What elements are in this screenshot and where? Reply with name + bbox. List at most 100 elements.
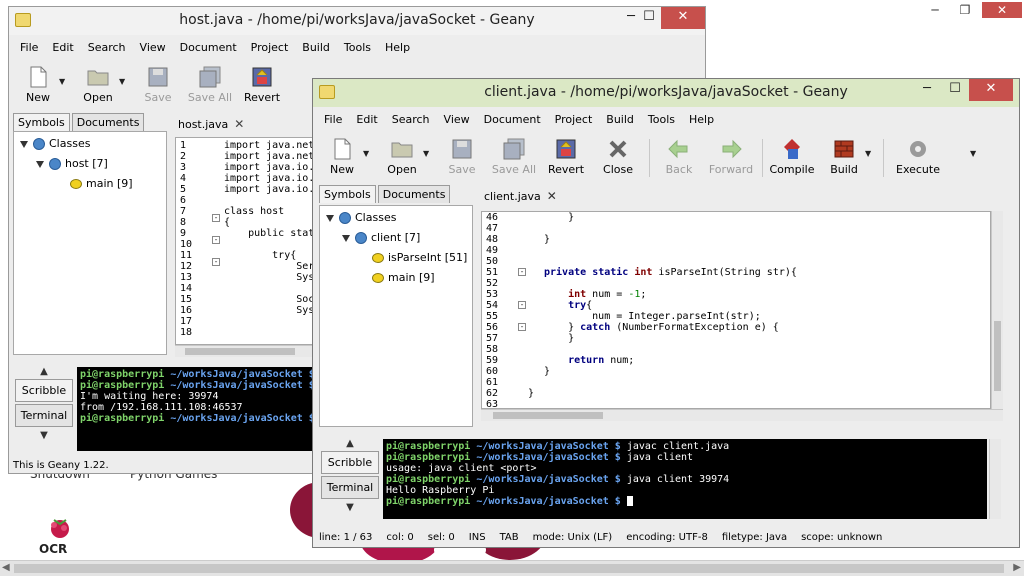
client-build-button[interactable]: Build <box>819 135 869 176</box>
client-close-button[interactable]: ✕ <box>969 79 1013 101</box>
host-tree-method-main[interactable]: main [9] <box>70 176 133 192</box>
client-build-dropdown-icon[interactable]: ▼ <box>865 135 877 158</box>
expander-icon[interactable] <box>326 214 334 222</box>
client-line-number: 59 <box>486 355 499 366</box>
close-tab-icon[interactable]: ✕ <box>545 189 559 203</box>
client-code-editor[interactable]: 46 47 48 49 50 51 52 53 54 55 56 57 58 59 60 61 62 63 - -… <box>481 211 991 409</box>
client-menu-document[interactable]: Document <box>477 113 548 126</box>
client-close-file-button[interactable]: Close <box>593 135 643 176</box>
client-tree-method-main[interactable]: main [9] <box>372 270 435 286</box>
scroll-thumb[interactable] <box>994 321 1001 391</box>
expander-icon[interactable] <box>342 234 350 242</box>
background-maximize-button[interactable]: ❐ <box>950 2 980 18</box>
fold-marker-icon[interactable]: - <box>212 258 220 266</box>
host-menu-document[interactable]: Document <box>173 41 244 54</box>
client-terminal[interactable]: pi@raspberrypi ~/worksJava/javaSocket $ … <box>383 439 987 519</box>
host-tab-documents[interactable]: Documents <box>71 113 145 131</box>
client-tree-method-isparseint[interactable]: isParseInt [51] <box>372 250 467 266</box>
host-menu-edit[interactable]: Edit <box>45 41 80 54</box>
client-menu-view[interactable]: View <box>437 113 477 126</box>
client-open-button[interactable]: Open <box>377 135 427 176</box>
host-new-dropdown-icon[interactable]: ▼ <box>59 63 71 86</box>
client-save-button[interactable]: Save <box>437 135 487 176</box>
client-compile-button[interactable]: Compile <box>767 135 817 176</box>
desktop-horizontal-scrollbar[interactable]: ◀ ▶ <box>0 560 1024 576</box>
close-tab-icon[interactable]: ✕ <box>232 117 246 131</box>
client-forward-button[interactable]: Forward <box>706 135 756 176</box>
client-tab-scribble[interactable]: Scribble <box>321 451 379 474</box>
up-arrow-icon[interactable]: ▲ <box>40 365 48 379</box>
down-arrow-icon[interactable]: ▼ <box>346 501 354 515</box>
scroll-left-icon[interactable]: ◀ <box>2 562 10 573</box>
host-menu-tools[interactable]: Tools <box>337 41 378 54</box>
client-menu-help[interactable]: Help <box>682 113 721 126</box>
fold-marker-icon[interactable]: - <box>518 301 526 309</box>
scroll-thumb[interactable] <box>14 564 1004 573</box>
down-arrow-icon[interactable]: ▼ <box>40 429 48 443</box>
expander-icon[interactable] <box>20 140 28 148</box>
client-minimize-button[interactable]: ─ <box>913 79 941 101</box>
host-menu-search[interactable]: Search <box>81 41 133 54</box>
background-close-button[interactable]: ✕ <box>982 2 1022 18</box>
client-menu-project[interactable]: Project <box>548 113 600 126</box>
host-maximize-button[interactable]: ☐ <box>635 7 663 29</box>
client-toolbar-overflow-icon[interactable]: ▼ <box>970 135 982 158</box>
client-revert-button[interactable]: Revert <box>541 135 591 176</box>
host-tab-scribble[interactable]: Scribble <box>15 379 73 402</box>
host-tab-symbols[interactable]: Symbols <box>13 113 70 131</box>
host-new-button[interactable]: New <box>13 63 63 104</box>
terminal-line: pi@raspberrypi ~/worksJava/javaSocket $ … <box>386 441 729 452</box>
client-tab-symbols[interactable]: Symbols <box>319 185 376 203</box>
client-tab-documents[interactable]: Documents <box>377 185 451 203</box>
fold-marker-icon[interactable]: - <box>518 323 526 331</box>
host-menu-project[interactable]: Project <box>244 41 296 54</box>
host-menu-view[interactable]: View <box>133 41 173 54</box>
background-minimize-button[interactable]: ─ <box>920 2 950 18</box>
client-editor-hscroll[interactable] <box>481 409 1003 421</box>
scroll-thumb[interactable] <box>185 348 295 355</box>
client-maximize-button[interactable]: ☐ <box>941 79 969 101</box>
client-terminal-vscroll[interactable] <box>989 439 1001 519</box>
up-arrow-icon[interactable]: ▲ <box>346 437 354 451</box>
host-save-all-button[interactable]: Save All <box>185 63 235 104</box>
expander-icon[interactable] <box>36 160 44 168</box>
host-close-button[interactable]: ✕ <box>661 7 705 29</box>
client-menu-file[interactable]: File <box>317 113 349 126</box>
fold-marker-icon[interactable]: - <box>518 268 526 276</box>
host-code-editor[interactable]: 1 import java.net 2 import java.net 3 import … <box>175 137 315 345</box>
client-menu-edit[interactable]: Edit <box>349 113 384 126</box>
host-revert-button[interactable]: Revert <box>237 63 287 104</box>
host-code-line: public stat <box>224 228 315 239</box>
host-tree-classes[interactable]: Classes <box>20 136 90 152</box>
host-tab-terminal[interactable]: Terminal <box>15 404 73 427</box>
host-editor-hscroll[interactable] <box>175 345 315 357</box>
host-editor-tab[interactable]: host.java ✕ <box>175 117 249 131</box>
host-terminal[interactable]: pi@raspberrypi ~/worksJava/javaSocket $ p… <box>77 367 317 451</box>
client-tree-classes[interactable]: Classes <box>326 210 396 226</box>
client-line-number: 62 <box>486 388 499 399</box>
client-open-dropdown-icon[interactable]: ▼ <box>423 135 435 158</box>
fold-marker-icon[interactable]: - <box>212 214 220 222</box>
client-execute-button[interactable]: Execute <box>888 135 948 176</box>
client-new-dropdown-icon[interactable]: ▼ <box>363 135 375 158</box>
client-tree-class-client[interactable]: client [7] <box>342 230 420 246</box>
host-save-button[interactable]: Save <box>133 63 183 104</box>
client-menu-tools[interactable]: Tools <box>641 113 682 126</box>
scroll-right-icon[interactable]: ▶ <box>1013 562 1021 573</box>
client-save-all-button[interactable]: Save All <box>489 135 539 176</box>
client-new-button[interactable]: New <box>317 135 367 176</box>
client-editor-tab[interactable]: client.java ✕ <box>481 189 562 203</box>
host-open-button[interactable]: Open <box>73 63 123 104</box>
client-tab-terminal[interactable]: Terminal <box>321 476 379 499</box>
fold-marker-icon[interactable]: - <box>212 236 220 244</box>
host-menu-file[interactable]: File <box>13 41 45 54</box>
client-back-button[interactable]: Back <box>654 135 704 176</box>
client-editor-vscroll[interactable] <box>991 211 1003 409</box>
host-open-dropdown-icon[interactable]: ▼ <box>119 63 131 86</box>
client-menu-search[interactable]: Search <box>385 113 437 126</box>
scroll-thumb[interactable] <box>493 412 603 419</box>
host-menu-build[interactable]: Build <box>295 41 337 54</box>
host-tree-class-host[interactable]: host [7] <box>36 156 108 172</box>
client-menu-build[interactable]: Build <box>599 113 641 126</box>
host-menu-help[interactable]: Help <box>378 41 417 54</box>
